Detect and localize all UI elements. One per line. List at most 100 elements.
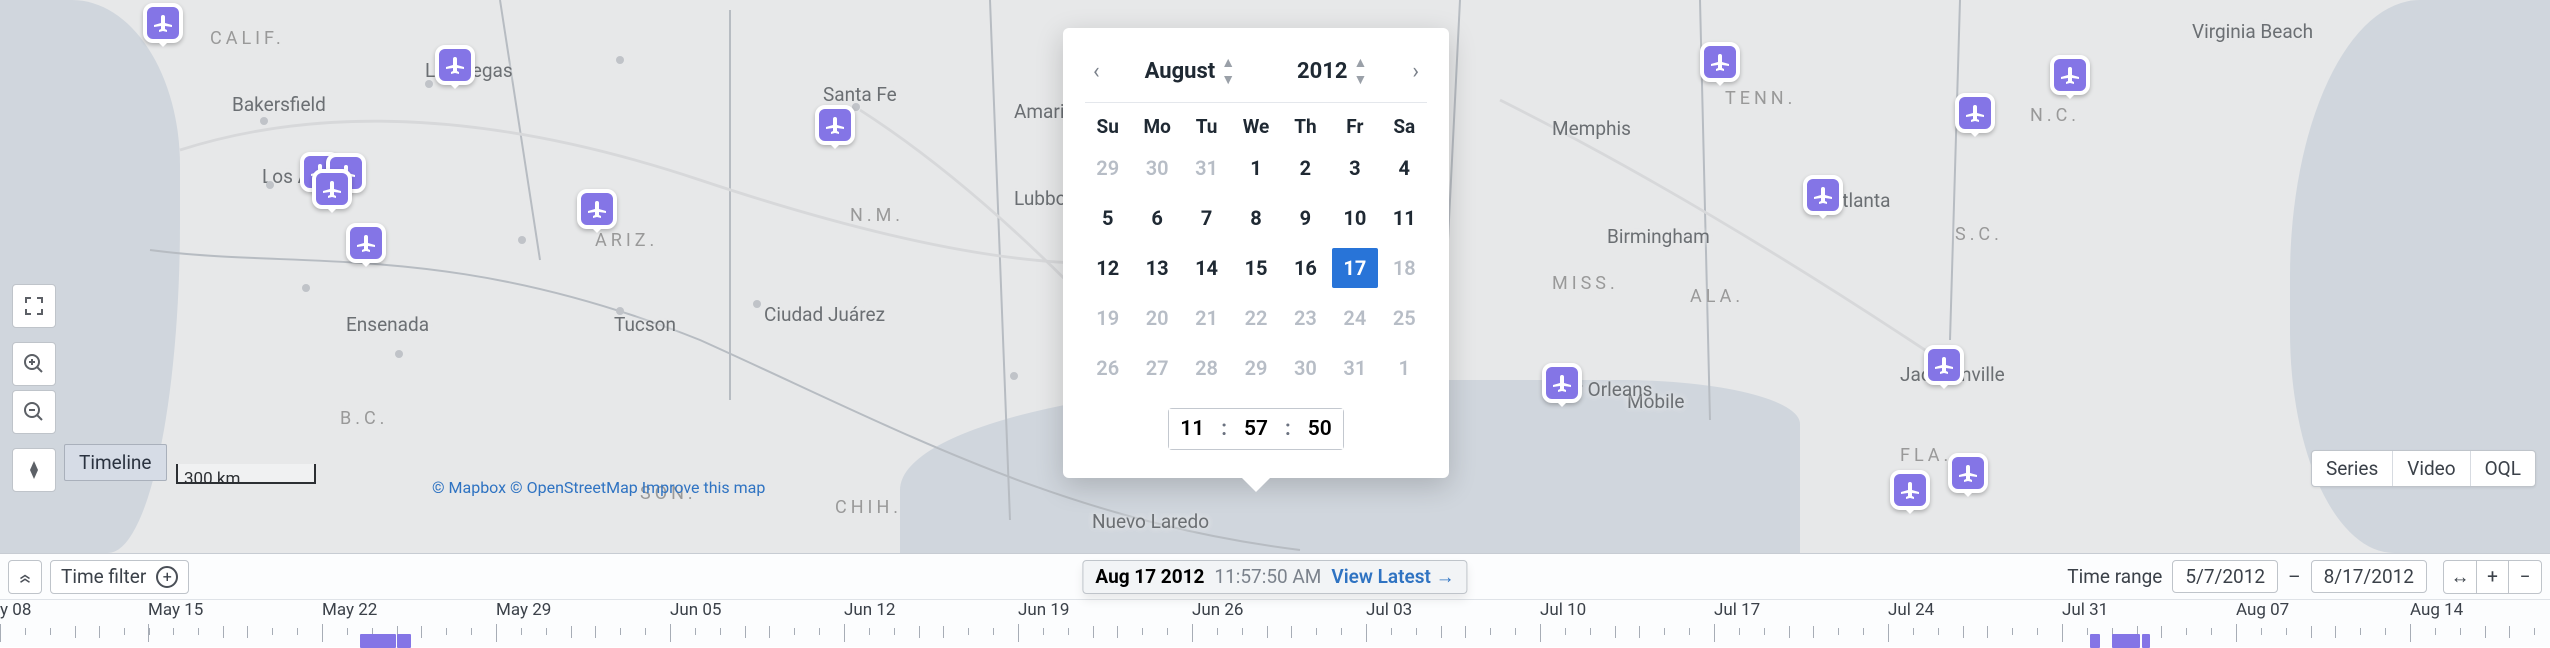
calendar-day[interactable]: 3 bbox=[1332, 148, 1377, 188]
timeline-event[interactable] bbox=[397, 634, 411, 648]
calendar-day[interactable]: 31 bbox=[1184, 148, 1229, 188]
calendar-day[interactable]: 28 bbox=[1184, 348, 1229, 388]
compass-button[interactable] bbox=[12, 448, 56, 492]
ruler-tick bbox=[1267, 626, 1268, 638]
calendar-day[interactable]: 16 bbox=[1283, 248, 1328, 288]
map-attribution[interactable]: © Mapbox © OpenStreetMap Improve this ma… bbox=[432, 478, 765, 497]
calendar-day[interactable]: 15 bbox=[1233, 248, 1278, 288]
time-filter-button[interactable]: Time filter + bbox=[50, 560, 189, 594]
current-time-pill[interactable]: Aug 17 2012 11:57:50 AM View Latest → bbox=[1082, 560, 1467, 594]
year-label: 2012 bbox=[1297, 59, 1348, 84]
next-month-button[interactable]: › bbox=[1404, 55, 1427, 88]
view-oql[interactable]: OQL bbox=[2470, 451, 2535, 486]
timeline-ruler[interactable]: y 08May 15May 22May 29Jun 05Jun 12Jun 19… bbox=[0, 600, 2550, 648]
calendar-day[interactable]: 29 bbox=[1085, 148, 1130, 188]
calendar-day[interactable]: 25 bbox=[1382, 298, 1427, 338]
ruler-tick bbox=[2087, 628, 2088, 635]
calendar-day[interactable]: 9 bbox=[1283, 198, 1328, 238]
ruler-tick bbox=[2261, 628, 2262, 635]
timeline-event[interactable] bbox=[2112, 634, 2140, 648]
calendar-day[interactable]: 30 bbox=[1134, 148, 1179, 188]
collapse-button[interactable] bbox=[8, 560, 42, 594]
map-marker[interactable] bbox=[1700, 42, 1740, 82]
calendar-day[interactable]: 13 bbox=[1134, 248, 1179, 288]
timeline-event[interactable] bbox=[2090, 634, 2100, 648]
calendar-day[interactable]: 1 bbox=[1233, 148, 1278, 188]
map-marker[interactable] bbox=[435, 45, 475, 85]
map-marker[interactable] bbox=[1890, 470, 1930, 510]
map-marker[interactable] bbox=[815, 105, 855, 145]
map-marker[interactable] bbox=[1542, 363, 1582, 403]
view-video[interactable]: Video bbox=[2392, 451, 2469, 486]
map-canvas[interactable]: CALIF.ARIZ.N.M.SON.B.C.CHIH.TENN.N.C.S.C… bbox=[0, 0, 2550, 553]
calendar-day[interactable]: 24 bbox=[1332, 298, 1377, 338]
timeline-event[interactable] bbox=[2142, 634, 2150, 648]
range-controls: ↔ + − bbox=[2443, 560, 2542, 594]
ruler-date: May 29 bbox=[496, 600, 551, 620]
year-selector[interactable]: 2012 ▲▼ bbox=[1297, 54, 1367, 88]
calendar-day[interactable]: 17 bbox=[1332, 248, 1377, 288]
map-label: B.C. bbox=[340, 408, 388, 429]
calendar-day[interactable]: 27 bbox=[1134, 348, 1179, 388]
calendar-day[interactable]: 1 bbox=[1382, 348, 1427, 388]
dow-header: Mo bbox=[1134, 115, 1179, 138]
timeline-event[interactable] bbox=[360, 634, 396, 648]
calendar-day[interactable]: 21 bbox=[1184, 298, 1229, 338]
calendar-day[interactable]: 29 bbox=[1233, 348, 1278, 388]
calendar-day[interactable]: 11 bbox=[1382, 198, 1427, 238]
minute-input[interactable] bbox=[1233, 409, 1279, 449]
range-end-input[interactable]: 8/17/2012 bbox=[2311, 560, 2427, 593]
timeline-toggle[interactable]: Timeline bbox=[64, 444, 167, 481]
hour-input[interactable] bbox=[1169, 409, 1215, 449]
zoom-in-button[interactable] bbox=[12, 342, 56, 386]
calendar-day[interactable]: 8 bbox=[1233, 198, 1278, 238]
map-marker[interactable] bbox=[1803, 175, 1843, 215]
calendar-day[interactable]: 23 bbox=[1283, 298, 1328, 338]
calendar-day[interactable]: 31 bbox=[1332, 348, 1377, 388]
map-marker[interactable] bbox=[312, 169, 352, 209]
range-start-input[interactable]: 5/7/2012 bbox=[2172, 560, 2278, 593]
calendar-day[interactable]: 26 bbox=[1085, 348, 1130, 388]
ruler-tick bbox=[943, 626, 944, 638]
prev-month-button[interactable]: ‹ bbox=[1085, 55, 1108, 88]
calendar-day[interactable]: 5 bbox=[1085, 198, 1130, 238]
map-marker[interactable] bbox=[2050, 55, 2090, 95]
ruler-tick bbox=[1813, 626, 1814, 638]
map-marker[interactable] bbox=[346, 223, 386, 263]
zoom-out-button[interactable] bbox=[12, 390, 56, 434]
calendar-day[interactable]: 30 bbox=[1283, 348, 1328, 388]
ruler-tick bbox=[1963, 626, 1964, 638]
map-marker[interactable] bbox=[1924, 345, 1964, 385]
calendar-day[interactable]: 22 bbox=[1233, 298, 1278, 338]
calendar-day[interactable]: 2 bbox=[1283, 148, 1328, 188]
calendar-day[interactable]: 10 bbox=[1332, 198, 1377, 238]
view-latest-link[interactable]: View Latest → bbox=[1331, 565, 1454, 589]
map-marker[interactable] bbox=[577, 189, 617, 229]
calendar-day[interactable]: 14 bbox=[1184, 248, 1229, 288]
calendar-day[interactable]: 4 bbox=[1382, 148, 1427, 188]
ruler-tick bbox=[446, 628, 447, 635]
map-marker[interactable] bbox=[1948, 453, 1988, 493]
map-marker[interactable] bbox=[143, 3, 183, 43]
calendar-day[interactable]: 18 bbox=[1382, 248, 1427, 288]
range-fit-button[interactable]: ↔ bbox=[2443, 560, 2477, 594]
calendar-day[interactable]: 6 bbox=[1134, 198, 1179, 238]
map-label: Virginia Beach bbox=[2192, 20, 2313, 43]
map-label: Ensenada bbox=[346, 313, 429, 336]
calendar-day[interactable]: 20 bbox=[1134, 298, 1179, 338]
ruler-tick bbox=[894, 628, 895, 635]
ruler-tick bbox=[620, 628, 621, 635]
view-series[interactable]: Series bbox=[2312, 451, 2392, 486]
second-input[interactable] bbox=[1297, 409, 1343, 449]
fullscreen-button[interactable] bbox=[12, 284, 56, 328]
ruler-tick bbox=[2360, 628, 2361, 635]
calendar-day[interactable]: 7 bbox=[1184, 198, 1229, 238]
month-selector[interactable]: August ▲▼ bbox=[1145, 54, 1235, 88]
map-label: N.C. bbox=[2030, 105, 2080, 126]
ruler-tick bbox=[1490, 628, 1491, 635]
range-expand-button[interactable]: + bbox=[2476, 560, 2510, 594]
calendar-day[interactable]: 19 bbox=[1085, 298, 1130, 338]
map-marker[interactable] bbox=[1955, 93, 1995, 133]
range-shrink-button[interactable]: − bbox=[2508, 560, 2542, 594]
calendar-day[interactable]: 12 bbox=[1085, 248, 1130, 288]
